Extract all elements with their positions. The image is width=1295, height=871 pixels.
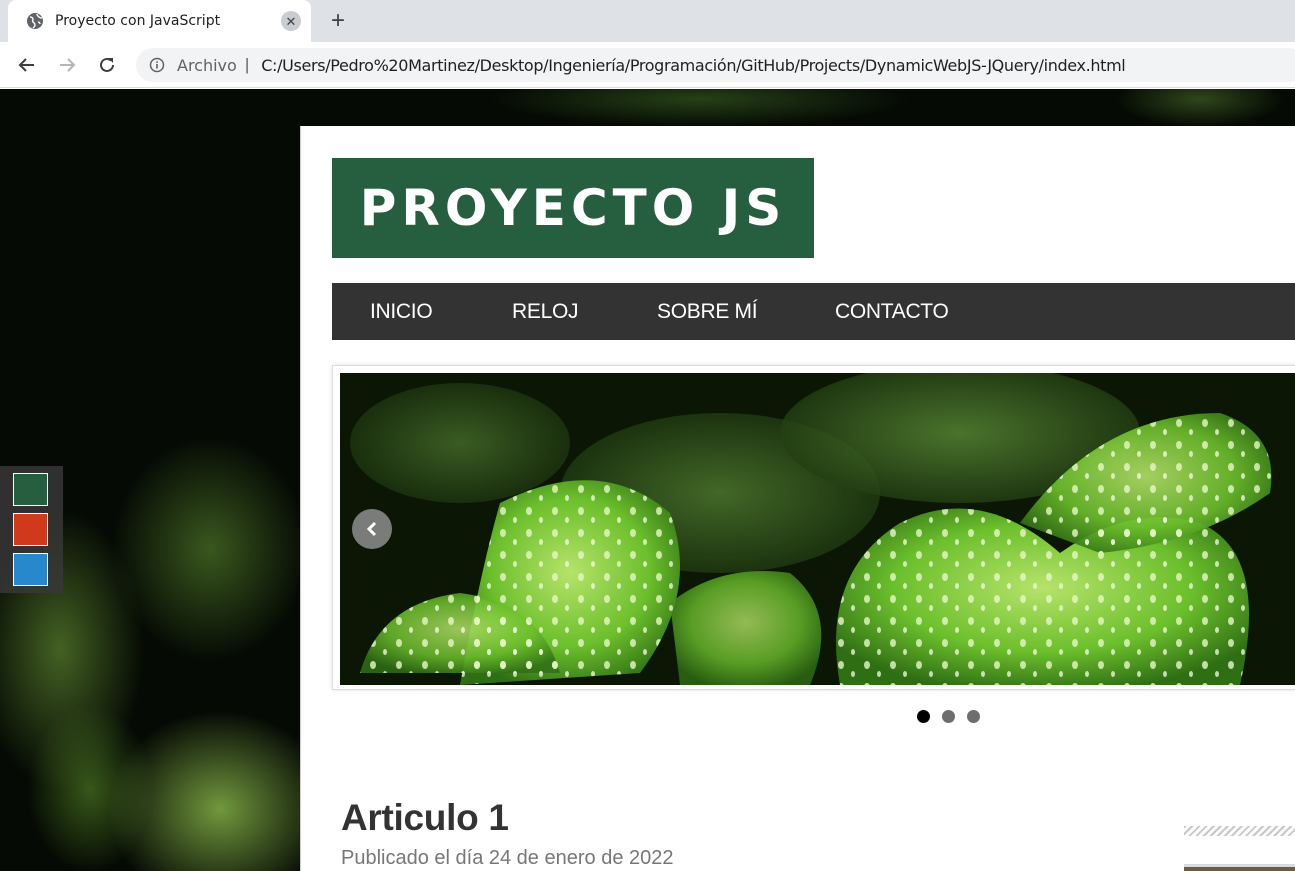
theme-blue-swatch[interactable] [13, 553, 48, 586]
info-icon[interactable] [149, 57, 165, 73]
chevron-left-icon [366, 521, 377, 537]
browser-tab[interactable]: Proyecto con JavaScript ✕ [8, 0, 311, 42]
scheme-separator: | [244, 55, 250, 74]
main-container: PROYECTO JS INICIO RELOJ SOBRE MÍ CONTAC… [300, 126, 1295, 871]
browser-tab-strip: Proyecto con JavaScript ✕ + [0, 0, 1295, 42]
globe-icon [26, 12, 44, 30]
new-tab-button[interactable]: + [325, 8, 351, 34]
page-viewport: PROYECTO JS INICIO RELOJ SOBRE MÍ CONTAC… [0, 89, 1295, 871]
address-bar[interactable]: Archivo | C:/Users/Pedro%20Martinez/Desk… [136, 48, 1295, 82]
image-slider [332, 365, 1295, 690]
logo-text: PROYECTO JS [359, 179, 787, 237]
slider-prev-button[interactable] [352, 509, 392, 549]
tab-title: Proyecto con JavaScript [55, 13, 221, 29]
article-title[interactable]: Articulo 1 [341, 797, 509, 839]
site-logo[interactable]: PROYECTO JS [332, 158, 814, 258]
sidebar-thumbnail [1184, 864, 1295, 871]
browser-toolbar: Archivo | C:/Users/Pedro%20Martinez/Desk… [0, 42, 1295, 88]
scheme-chip: Archivo [177, 55, 237, 75]
menu-item-inicio[interactable]: INICIO [370, 283, 433, 340]
forward-arrow-icon[interactable] [54, 52, 80, 78]
pager-dot-2[interactable] [942, 710, 955, 723]
main-menu: INICIO RELOJ SOBRE MÍ CONTACTO [332, 283, 1295, 340]
article-date: Publicado el día 24 de enero de 2022 [341, 847, 674, 869]
menu-item-contacto[interactable]: CONTACTO [835, 283, 949, 340]
menu-item-sobre-mi[interactable]: SOBRE MÍ [657, 283, 758, 340]
close-icon[interactable]: ✕ [281, 11, 301, 31]
pager-dot-3[interactable] [967, 710, 980, 723]
url-text[interactable]: C:/Users/Pedro%20Martinez/Desktop/Ingeni… [261, 56, 1126, 75]
theme-red-swatch[interactable] [13, 513, 48, 546]
sidebar-divider [1184, 826, 1295, 836]
theme-green-swatch[interactable] [13, 473, 48, 506]
reload-icon[interactable] [94, 52, 120, 78]
slide-image [340, 373, 1295, 685]
pager-dot-1[interactable] [917, 710, 930, 723]
theme-switcher [0, 466, 63, 593]
menu-item-reloj[interactable]: RELOJ [512, 283, 578, 340]
back-arrow-icon[interactable] [14, 52, 40, 78]
slider-pager [917, 710, 980, 723]
